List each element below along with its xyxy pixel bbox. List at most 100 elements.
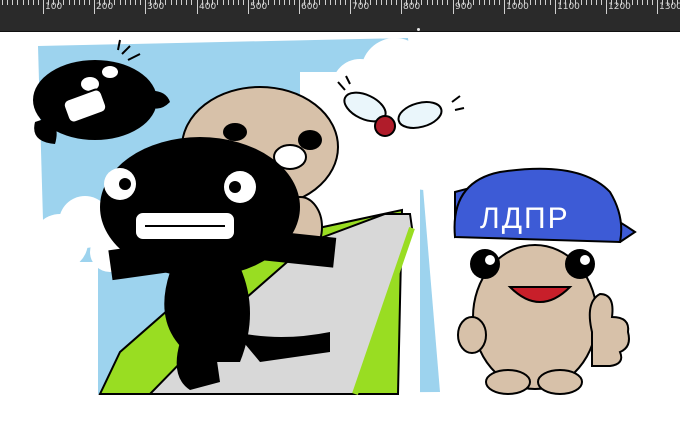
ruler-minor-tick [228, 0, 229, 5]
ruler-minor-tick [191, 0, 192, 5]
ruler-minor-tick [514, 0, 515, 5]
ruler-minor-tick [58, 0, 59, 5]
ruler-minor-tick [223, 0, 224, 5]
ruler-minor-tick [330, 0, 331, 5]
ruler-minor-tick [207, 0, 208, 5]
ruler-minor-tick [38, 0, 39, 5]
ruler-minor-tick [530, 0, 531, 5]
ruler-minor-tick [325, 0, 326, 5]
ruler-minor-tick [391, 0, 392, 5]
cap-text: ЛДПР [480, 202, 570, 235]
ruler-minor-tick [509, 0, 510, 5]
ruler-minor-tick [186, 0, 187, 5]
ruler-minor-tick [396, 0, 397, 5]
ruler-minor-tick [406, 0, 407, 5]
ruler-minor-tick [416, 0, 417, 5]
ruler-minor-tick [263, 0, 264, 5]
ruler-minor-tick [89, 0, 90, 5]
ruler-major-tick [504, 0, 505, 14]
ruler-minor-tick [345, 0, 346, 5]
ruler-minor-tick [217, 0, 218, 5]
ruler-minor-tick [637, 0, 638, 5]
ruler-minor-tick [304, 0, 305, 5]
ruler-minor-tick [586, 0, 587, 5]
ruler-minor-tick [335, 0, 336, 5]
ruler-minor-tick [99, 0, 100, 5]
ruler-minor-tick [365, 0, 366, 5]
ruler-minor-tick [212, 0, 213, 5]
ruler-minor-tick [274, 0, 275, 5]
ruler-minor-tick [632, 0, 633, 5]
ruler-minor-tick [258, 0, 259, 5]
ruler-major-tick [401, 0, 402, 14]
ruler-minor-tick [565, 0, 566, 5]
ruler-position-marker [417, 28, 420, 31]
ruler-minor-tick [109, 0, 110, 5]
ruler-minor-tick [677, 0, 678, 5]
ruler-minor-tick [309, 0, 310, 5]
ruler-major-tick [657, 0, 658, 14]
ruler-minor-tick [591, 0, 592, 5]
ruler-minor-tick [575, 0, 576, 5]
ruler-minor-tick [499, 0, 500, 5]
ruler-minor-tick [427, 0, 428, 5]
drawing-canvas[interactable]: ЛДПР [0, 32, 680, 428]
ruler-minor-tick [355, 0, 356, 5]
ruler-minor-tick [468, 0, 469, 5]
ruler-minor-tick [473, 0, 474, 5]
ruler-minor-tick [560, 0, 561, 5]
ruler-major-tick [299, 0, 300, 14]
ruler-minor-tick [647, 0, 648, 5]
ruler-minor-tick [458, 0, 459, 5]
ruler-minor-tick [2, 0, 3, 5]
ruler-minor-tick [294, 0, 295, 5]
ruler-minor-tick [360, 0, 361, 5]
ruler-major-tick [350, 0, 351, 14]
ruler-minor-tick [284, 0, 285, 5]
ruler-minor-tick [155, 0, 156, 5]
ruler-minor-tick [581, 0, 582, 5]
artwork-svg: ЛДПР [32, 38, 637, 402]
ruler-minor-tick [463, 0, 464, 5]
ruler-minor-tick [79, 0, 80, 5]
ruler-minor-tick [340, 0, 341, 5]
ruler-minor-tick [570, 0, 571, 5]
ruler-minor-tick [165, 0, 166, 5]
ruler-minor-tick [171, 0, 172, 5]
ruler-minor-tick [550, 0, 551, 5]
ruler-minor-tick [601, 0, 602, 5]
ruler-minor-tick [545, 0, 546, 5]
ruler-minor-tick [120, 0, 121, 5]
ruler-minor-tick [314, 0, 315, 5]
ruler-minor-tick [279, 0, 280, 5]
ruler-minor-tick [519, 0, 520, 5]
ruler-minor-tick [160, 0, 161, 5]
ruler-minor-tick [48, 0, 49, 5]
ruler-minor-tick [140, 0, 141, 5]
ruler-minor-tick [626, 0, 627, 5]
ruler-minor-tick [376, 0, 377, 5]
ruler-minor-tick [150, 0, 151, 5]
ruler-minor-tick [672, 0, 673, 5]
ruler-minor-tick [642, 0, 643, 5]
ruler-major-tick [197, 0, 198, 14]
ruler-minor-tick [381, 0, 382, 5]
ruler-major-tick [453, 0, 454, 14]
ruler-minor-tick [437, 0, 438, 5]
ruler-minor-tick [84, 0, 85, 5]
ruler-minor-tick [662, 0, 663, 5]
ruler-minor-tick [370, 0, 371, 5]
ruler[interactable]: 100 200 300 400 500 600 700 800 900 1000 1100 1200 1… [0, 0, 680, 32]
ruler-minor-tick [176, 0, 177, 5]
ruler-minor-tick [432, 0, 433, 5]
ruler-minor-tick [181, 0, 182, 5]
ruler-minor-tick [135, 0, 136, 5]
ruler-minor-tick [53, 0, 54, 5]
ruler-major-tick [145, 0, 146, 14]
ruler-minor-tick [319, 0, 320, 5]
ruler-minor-tick [7, 0, 8, 5]
ruler-minor-tick [289, 0, 290, 5]
ruler-minor-tick [74, 0, 75, 5]
ruler-minor-tick [652, 0, 653, 5]
ruler-minor-tick [12, 0, 13, 5]
